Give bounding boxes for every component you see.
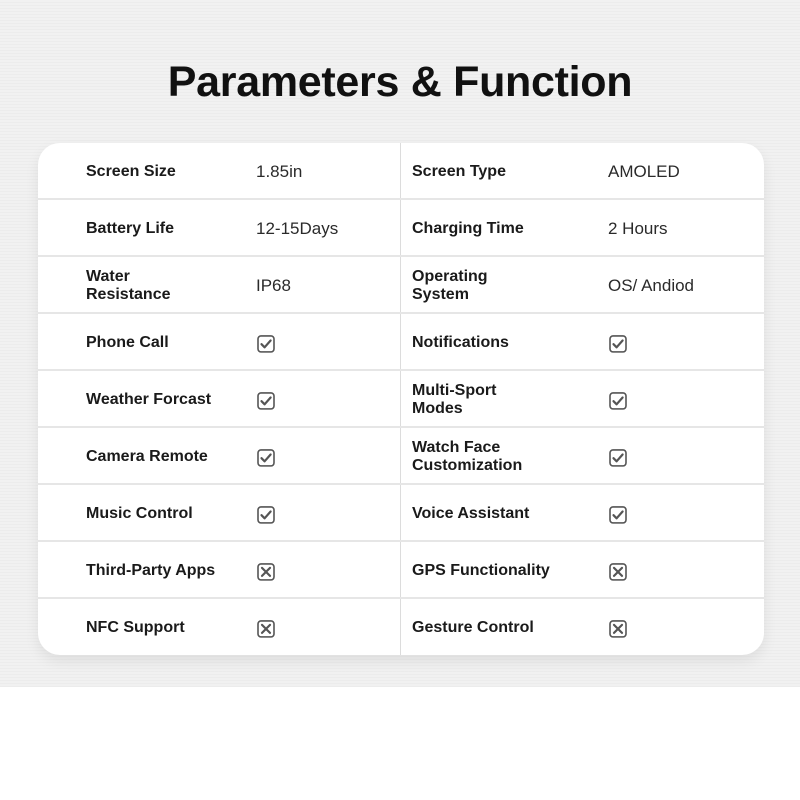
cross-icon bbox=[257, 619, 275, 638]
spec-label: Multi-Sport Modes bbox=[412, 381, 497, 417]
spec-label: Screen Size bbox=[86, 162, 176, 180]
spec-label: Screen Type bbox=[412, 162, 506, 180]
table-row: Water Resistance IP68 Operating System OS/ … bbox=[38, 257, 764, 314]
check-icon bbox=[609, 448, 627, 467]
spec-label: Charging Time bbox=[412, 219, 524, 237]
spec-label: GPS Functionality bbox=[412, 561, 550, 579]
table-row: Screen Size 1.85in Screen Type AMOLED bbox=[38, 143, 764, 200]
spec-value: 12-15Days bbox=[256, 218, 339, 238]
spec-table: Screen Size 1.85in Screen Type AMOLED Batter… bbox=[38, 143, 764, 655]
check-icon bbox=[609, 505, 627, 524]
spec-value: OS/ Andiod bbox=[608, 275, 695, 295]
spec-label: Music Control bbox=[86, 504, 193, 522]
check-icon bbox=[609, 334, 627, 353]
table-row: Music Control Voice Assistant bbox=[38, 485, 764, 542]
spec-label: Operating System bbox=[412, 267, 488, 303]
spec-label: Weather Forcast bbox=[86, 390, 212, 408]
table-row: Weather Forcast Multi-Sport Modes bbox=[38, 371, 764, 428]
check-icon bbox=[257, 505, 275, 524]
table-row: Phone Call Notifications bbox=[38, 314, 764, 371]
spec-value: AMOLED bbox=[608, 161, 680, 181]
spec-label: Camera Remote bbox=[86, 447, 208, 465]
spec-value: 1.85in bbox=[256, 161, 303, 181]
spec-label: Voice Assistant bbox=[412, 504, 530, 522]
check-icon bbox=[257, 391, 275, 410]
check-icon bbox=[257, 334, 275, 353]
spec-label: Battery Life bbox=[86, 219, 175, 237]
table-row: NFC Support Gesture Control bbox=[38, 599, 764, 655]
spec-value: IP68 bbox=[256, 275, 291, 295]
spec-label: Gesture Control bbox=[412, 618, 534, 636]
cross-icon bbox=[609, 619, 627, 638]
spec-label: Water Resistance bbox=[86, 267, 171, 303]
page-title: Parameters & Function bbox=[167, 58, 633, 106]
cross-icon bbox=[609, 562, 627, 581]
spec-value: 2 Hours bbox=[608, 218, 668, 238]
check-icon bbox=[609, 391, 627, 410]
table-row: Third-Party Apps GPS Functionality bbox=[38, 542, 764, 599]
spec-label: Phone Call bbox=[86, 333, 169, 351]
check-icon bbox=[257, 448, 275, 467]
spec-label: Third-Party Apps bbox=[86, 561, 216, 579]
table-row: Camera Remote Watch Face Customization bbox=[38, 428, 764, 485]
spec-label: NFC Support bbox=[86, 618, 185, 636]
spec-label: Watch Face Customization bbox=[412, 438, 523, 474]
cross-icon bbox=[257, 562, 275, 581]
spec-label: Notifications bbox=[412, 333, 509, 351]
table-row: Battery Life 12-15Days Charging Time 2 Hour… bbox=[38, 200, 764, 257]
